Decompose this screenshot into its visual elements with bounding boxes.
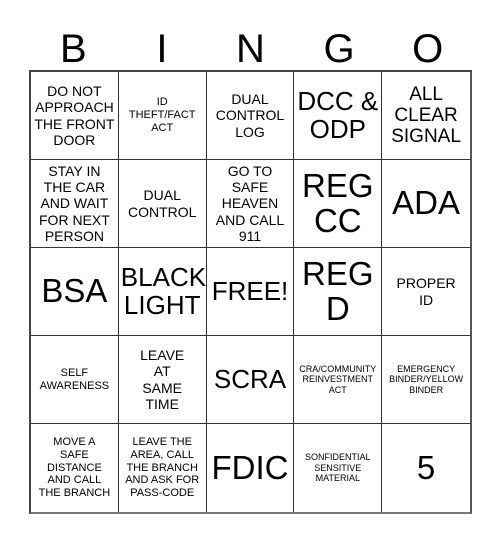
- bingo-cell-i2[interactable]: DUAL CONTROL: [118, 160, 207, 248]
- bingo-cell-g1[interactable]: DCC & ODP: [294, 72, 383, 160]
- bingo-cell-label: DUAL CONTROL: [127, 187, 197, 220]
- bingo-cell-n5[interactable]: FDIC: [206, 424, 295, 512]
- bingo-cell-b4[interactable]: SELF AWARENESS: [31, 336, 119, 424]
- bingo-cell-o5[interactable]: 5: [382, 424, 470, 512]
- bingo-header-letter-n: N: [236, 27, 265, 71]
- bingo-cell-label: SONFIDENTIAL SENSITIVE MATERIAL: [305, 452, 371, 484]
- bingo-header-letter-g: G: [323, 27, 355, 71]
- bingo-header-row: B I N G O: [29, 22, 472, 70]
- bingo-cell-label: LEAVE THE AREA, CALL THE BRANCH AND ASK …: [125, 435, 200, 500]
- bingo-cell-label: SCRA: [213, 363, 287, 394]
- bingo-cell-n2[interactable]: GO TO SAFE HEAVEN AND CALL 911: [206, 160, 295, 248]
- bingo-cell-label: ADA: [392, 184, 461, 222]
- bingo-card: B I N G O DO NOT APPROACH THE FRONT DOOR…: [0, 0, 500, 544]
- bingo-cell-g2[interactable]: REG CC: [294, 160, 383, 248]
- bingo-cell-b3[interactable]: BSA: [31, 248, 119, 336]
- bingo-cell-label: DO NOT APPROACH THE FRONT DOOR: [34, 83, 115, 148]
- bingo-cell-label: MOVE A SAFE DISTANCE AND CALL THE BRANCH: [38, 435, 111, 500]
- bingo-cell-i4[interactable]: LEAVE AT SAME TIME: [118, 336, 207, 424]
- bingo-cell-g5[interactable]: SONFIDENTIAL SENSITIVE MATERIAL: [294, 424, 383, 512]
- bingo-cell-label: BLACK LIGHT: [120, 261, 207, 320]
- bingo-cell-b5[interactable]: MOVE A SAFE DISTANCE AND CALL THE BRANCH: [31, 424, 119, 512]
- bingo-cell-i5[interactable]: LEAVE THE AREA, CALL THE BRANCH AND ASK …: [118, 424, 207, 512]
- bingo-cell-g3[interactable]: REG D: [294, 248, 383, 336]
- bingo-cell-label: DCC & ODP: [297, 85, 379, 144]
- bingo-cell-label: REG D: [302, 255, 374, 327]
- bingo-grid: DO NOT APPROACH THE FRONT DOOR ID THEFT/…: [29, 70, 472, 514]
- bingo-cell-label: GO TO SAFE HEAVEN AND CALL 911: [215, 163, 285, 244]
- bingo-cell-label: FDIC: [211, 448, 289, 486]
- bingo-cell-o3[interactable]: PROPER ID: [382, 248, 470, 336]
- bingo-cell-label: REG CC: [302, 167, 374, 239]
- bingo-cell-label: LEAVE AT SAME TIME: [140, 347, 185, 412]
- bingo-cell-o4[interactable]: EMERGENCY BINDER/YELLOW BINDER: [382, 336, 470, 424]
- bingo-cell-label: STAY IN THE CAR AND WAIT FOR NEXT PERSON: [39, 163, 110, 244]
- bingo-cell-label: ALL CLEAR SIGNAL: [391, 83, 461, 148]
- bingo-header-letter-o: O: [412, 27, 444, 71]
- bingo-cell-i1[interactable]: ID THEFT/FACT ACT: [118, 72, 207, 160]
- bingo-free-label: FREE!: [211, 275, 289, 306]
- bingo-cell-label: DUAL CONTROL LOG: [215, 91, 285, 140]
- bingo-header-letter-b: B: [59, 27, 87, 71]
- bingo-cell-label: 5: [416, 448, 436, 486]
- bingo-cell-label: EMERGENCY BINDER/YELLOW BINDER: [389, 363, 464, 395]
- bingo-cell-o2[interactable]: ADA: [382, 160, 470, 248]
- bingo-cell-label: CRA/COMMUNITY REINVESTMENT ACT: [299, 363, 377, 395]
- bingo-header-letter-i: I: [156, 27, 168, 71]
- bingo-cell-n4[interactable]: SCRA: [206, 336, 295, 424]
- bingo-cell-label: SELF AWARENESS: [39, 366, 110, 392]
- bingo-cell-label: BSA: [41, 272, 108, 310]
- bingo-cell-b1[interactable]: DO NOT APPROACH THE FRONT DOOR: [31, 72, 119, 160]
- bingo-cell-b2[interactable]: STAY IN THE CAR AND WAIT FOR NEXT PERSON: [31, 160, 119, 248]
- bingo-cell-label: ID THEFT/FACT ACT: [128, 96, 196, 134]
- bingo-cell-free-space[interactable]: FREE!: [206, 248, 295, 336]
- bingo-cell-label: PROPER ID: [396, 275, 456, 308]
- bingo-cell-i3[interactable]: BLACK LIGHT: [118, 248, 207, 336]
- bingo-cell-n1[interactable]: DUAL CONTROL LOG: [206, 72, 295, 160]
- bingo-cell-g4[interactable]: CRA/COMMUNITY REINVESTMENT ACT: [294, 336, 383, 424]
- bingo-cell-o1[interactable]: ALL CLEAR SIGNAL: [382, 72, 470, 160]
